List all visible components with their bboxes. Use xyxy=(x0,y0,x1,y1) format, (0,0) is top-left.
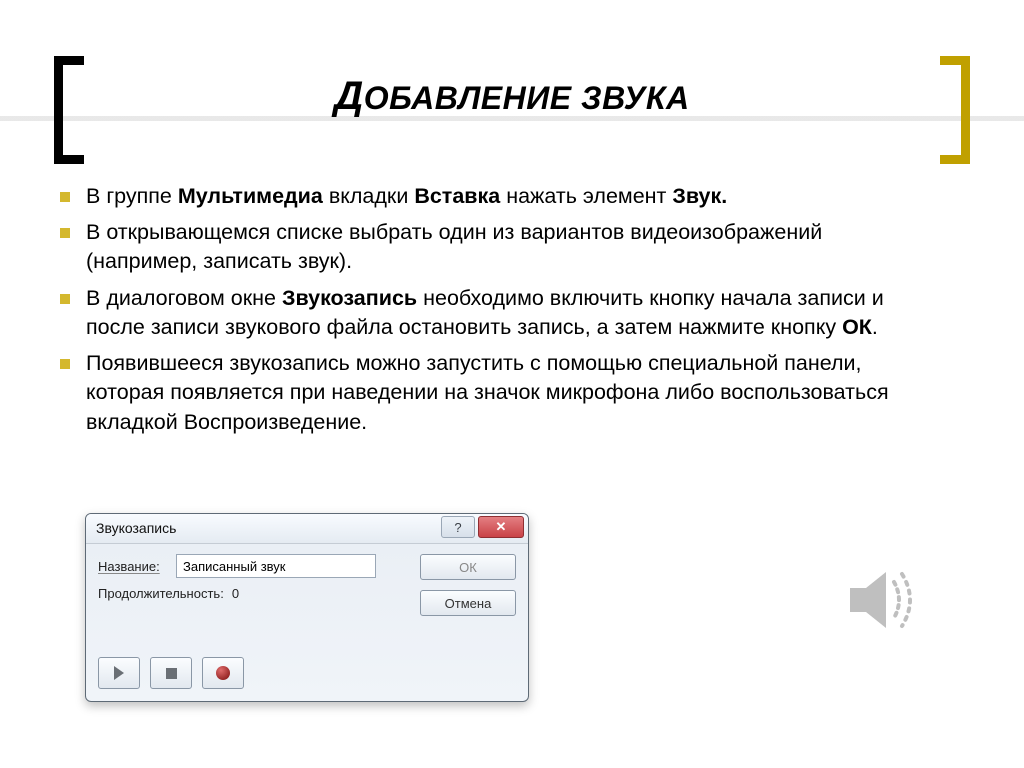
sound-record-dialog: Звукозапись ? ✕ Название: Продолжительно… xyxy=(85,513,529,702)
ok-button[interactable]: ОК xyxy=(420,554,516,580)
close-button[interactable]: ✕ xyxy=(478,516,524,538)
bullet-list: В группе Мультимедиа вкладки Вставка наж… xyxy=(56,182,936,444)
bullet-item: В открывающемся списке выбрать один из в… xyxy=(56,218,936,276)
help-button[interactable]: ? xyxy=(441,516,475,538)
slide-title: ДОБАВЛЕНИЕ ЗВУКА xyxy=(0,74,1024,119)
record-button[interactable] xyxy=(202,657,244,689)
name-input[interactable] xyxy=(176,554,376,578)
speaker-icon xyxy=(832,550,932,650)
play-button[interactable] xyxy=(98,657,140,689)
stop-button[interactable] xyxy=(150,657,192,689)
name-label: Название: xyxy=(98,559,176,574)
cancel-button[interactable]: Отмена xyxy=(420,590,516,616)
bullet-item: В группе Мультимедиа вкладки Вставка наж… xyxy=(56,182,936,211)
record-icon xyxy=(216,666,230,680)
stop-icon xyxy=(166,668,177,679)
duration-value: 0 xyxy=(232,586,239,601)
close-icon: ✕ xyxy=(496,519,507,535)
question-icon: ? xyxy=(454,520,461,535)
dialog-titlebar[interactable]: Звукозапись ? ✕ xyxy=(86,514,528,544)
bullet-item: В диалоговом окне Звукозапись необходимо… xyxy=(56,284,936,342)
bullet-item: Появившееся звукозапись можно запустить … xyxy=(56,349,936,437)
duration-label: Продолжительность: xyxy=(98,586,224,601)
dialog-title: Звукозапись xyxy=(96,520,176,536)
play-icon xyxy=(114,666,124,680)
